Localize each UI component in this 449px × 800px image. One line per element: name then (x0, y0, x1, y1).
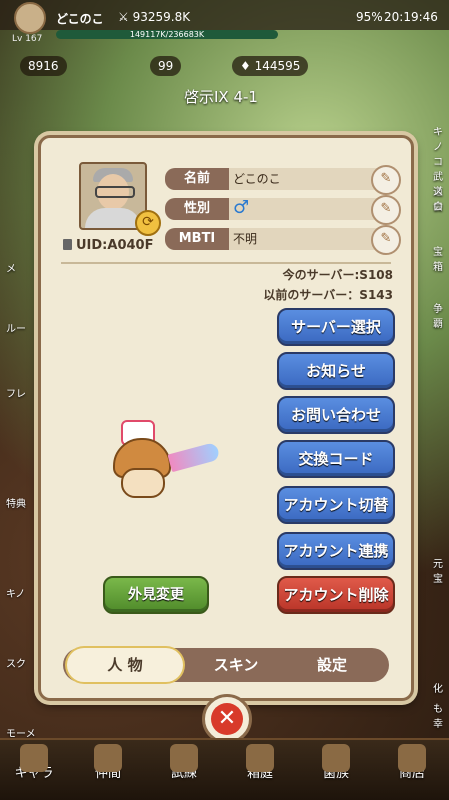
left-side-menu: メ ルー フレ 特典 キノ スク モーメンツ (0, 110, 40, 755)
account-link-button[interactable]: アカウント連携 (277, 532, 395, 570)
item-value: 99 (158, 59, 174, 73)
gem-value: 144595 (254, 59, 301, 73)
gender-value: ♂ (233, 197, 250, 218)
edit-gender-icon[interactable]: ✎ (371, 195, 401, 225)
nav-trials[interactable]: 試練 (152, 744, 216, 781)
side-label-right-3[interactable]: 宝箱 (433, 243, 443, 273)
skull-icon (322, 744, 350, 772)
gender-label: 性別 (165, 198, 229, 220)
portrait-glasses (95, 186, 135, 198)
player-avatar[interactable] (14, 2, 46, 34)
swords-icon (170, 744, 198, 772)
player-name: どこのこ (56, 12, 104, 26)
nav-clan[interactable]: 菌族 (304, 744, 368, 781)
server-select-button[interactable]: サーバー選択 (277, 308, 395, 346)
mushroom-character (99, 408, 229, 508)
name-value: どこのこ (233, 172, 281, 186)
side-label-right-5[interactable]: 元宝 (433, 555, 443, 585)
companions-icon (94, 744, 122, 772)
battery-level: 95% (356, 10, 383, 24)
side-label-right-7[interactable]: も幸 (433, 700, 443, 730)
appearance-change-button[interactable]: 外見変更 (103, 576, 209, 614)
profile-panel: ⟳ UID:A040F 名前 どこのこ ✎ 性別 ♂ ✎ MBTI 不明 ✎ 今… (38, 135, 414, 701)
section-divider (61, 262, 391, 264)
copy-icon[interactable] (63, 239, 72, 250)
gold-value: 8916 (28, 59, 59, 73)
party-horn (167, 441, 221, 473)
name-row: 名前 どこのこ ✎ (165, 165, 401, 195)
side-label-right-6[interactable]: 化 (433, 680, 443, 695)
nav-companions[interactable]: 仲間 (76, 744, 140, 781)
tab-character[interactable]: 人 物 (67, 648, 183, 682)
nav-garden[interactable]: 箱庭 (228, 744, 292, 781)
item-counter: 99 (150, 56, 182, 76)
uid-text: UID:A040F (76, 238, 154, 253)
gender-row: 性別 ♂ ✎ (165, 195, 401, 225)
side-label-right-4[interactable]: 争覇 (433, 300, 443, 330)
tab-settings[interactable]: 設定 (287, 648, 377, 682)
side-label-left-4[interactable]: 特典 (6, 495, 26, 510)
side-label-left-3[interactable]: フレ (6, 385, 26, 400)
current-server: 今のサーバー:S108 (282, 268, 393, 282)
mushroom-body (121, 468, 165, 498)
side-label-left-5[interactable]: キノ (6, 585, 25, 600)
nav-character[interactable]: キャラ (2, 744, 66, 781)
tab-skin[interactable]: スキン (191, 648, 281, 682)
close-button[interactable]: ✕ (202, 694, 252, 744)
shop-icon (398, 744, 426, 772)
change-avatar-icon[interactable]: ⟳ (135, 210, 161, 236)
chapter-title: 啓示IX 4-1 (184, 88, 258, 106)
exchange-code-button[interactable]: 交換コード (277, 440, 395, 478)
mbti-value: 不明 (233, 232, 258, 246)
garden-icon (246, 744, 274, 772)
edit-mbti-icon[interactable]: ✎ (371, 225, 401, 255)
user-id: UID:A040F (63, 238, 153, 253)
mbti-row: MBTI 不明 ✎ (165, 225, 401, 255)
contact-button[interactable]: お問い合わせ (277, 396, 395, 434)
close-icon: ✕ (211, 703, 243, 735)
nav-shop[interactable]: 商店 (380, 744, 444, 781)
power-value: 93259.8K (132, 10, 191, 24)
character-icon (20, 744, 48, 772)
side-label-left-6[interactable]: スク (6, 655, 26, 670)
profile-tabs: 人 物 スキン 設定 (63, 648, 389, 682)
bottom-navigation: キャラ 仲間 試練 箱庭 菌族 商店 (0, 738, 449, 800)
portrait-body (85, 208, 141, 228)
gold-counter: 8916 (20, 56, 67, 76)
side-label-right-2[interactable]: スロ (433, 183, 443, 213)
previous-server: 以前のサーバー：S143 (263, 288, 393, 302)
account-delete-button[interactable]: アカウント削除 (277, 576, 395, 614)
player-level: Lv 167 (12, 34, 43, 44)
name-label: 名前 (165, 168, 229, 190)
side-label-left-1[interactable]: メ (6, 260, 16, 275)
exp-bar: 149117K/236683K (56, 30, 278, 39)
top-status-bar: どこのこ ⚔ 93259.8K 95% 20:19:46 (0, 0, 449, 34)
edit-name-icon[interactable]: ✎ (371, 165, 401, 195)
combat-power: ⚔ 93259.8K (118, 10, 191, 24)
account-switch-button[interactable]: アカウント切替 (277, 486, 395, 524)
clock: 20:19:46 (384, 10, 438, 24)
mbti-label: MBTI (165, 228, 229, 250)
side-label-left-2[interactable]: ルー (6, 320, 26, 335)
gem-counter: ♦ 144595 (232, 56, 309, 76)
news-button[interactable]: お知らせ (277, 352, 395, 390)
